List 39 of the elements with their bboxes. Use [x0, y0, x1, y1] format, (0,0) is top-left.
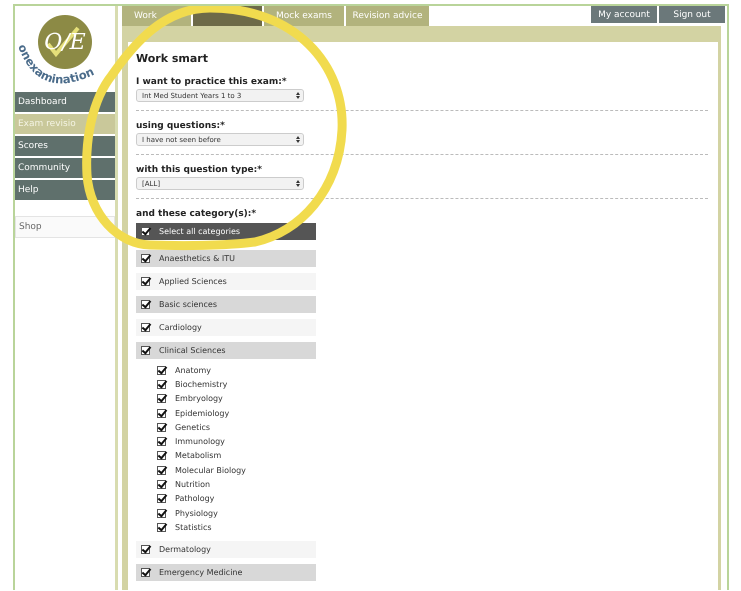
account-button[interactable]: My account — [591, 6, 657, 23]
category-label: Anaesthetics & ITU — [159, 254, 236, 263]
field-label: I want to practice this exam:* — [136, 77, 288, 87]
field-label: using questions:* — [136, 121, 226, 131]
subcategory-label: Molecular Biology — [175, 466, 246, 475]
category-row[interactable]: Dermatology — [136, 540, 316, 558]
sidebar-item[interactable]: Community — [15, 158, 115, 178]
shop-link[interactable]: Shop — [15, 216, 115, 238]
subcategory-label: Genetics — [175, 422, 210, 432]
category-row[interactable]: Clinical Sciences — [136, 342, 316, 359]
subcategory-label: Epidemiology — [175, 408, 230, 418]
subcategory-label: Anatomy — [175, 366, 212, 375]
sidebar-item[interactable]: Dashboard — [15, 92, 115, 112]
subcategory-label: Pathology — [175, 494, 214, 504]
subcategory-label: Immunology — [175, 437, 225, 446]
subcategory-label: Nutrition — [175, 480, 210, 490]
category-label: Applied Sciences — [159, 277, 227, 286]
category-row[interactable]: Applied Sciences — [136, 273, 316, 290]
category-label: Basic sciences — [159, 300, 217, 309]
category-label: Cardiology — [159, 323, 202, 332]
category-row[interactable]: Cardiology — [136, 319, 316, 336]
category-row[interactable]: Anaesthetics & ITU — [136, 250, 316, 267]
subcategory-label: Metabolism — [175, 451, 222, 460]
account-button[interactable]: Sign out — [659, 6, 725, 23]
category-label: Emergency Medicine — [159, 568, 242, 577]
form-title: Work smart — [136, 52, 209, 65]
category-label: Dermatology — [159, 544, 211, 554]
category-label: Clinical Sciences — [159, 346, 226, 355]
category-label: Select all categories — [159, 227, 240, 236]
field-label: with this question type:* — [136, 165, 263, 175]
field-label: and these category(s):* — [136, 209, 258, 219]
subcategory-label: Embryology — [175, 394, 223, 404]
subcategory-label: Statistics — [175, 522, 212, 532]
category-row[interactable]: Emergency Medicine — [136, 564, 316, 581]
sidebar-item[interactable]: Scores — [15, 136, 115, 156]
sidebar-item[interactable]: Help — [15, 180, 115, 200]
subcategory-label: Biochemistry — [175, 380, 228, 389]
subcategory-label: Physiology — [175, 508, 218, 518]
category-row[interactable]: Basic sciences — [136, 296, 316, 313]
